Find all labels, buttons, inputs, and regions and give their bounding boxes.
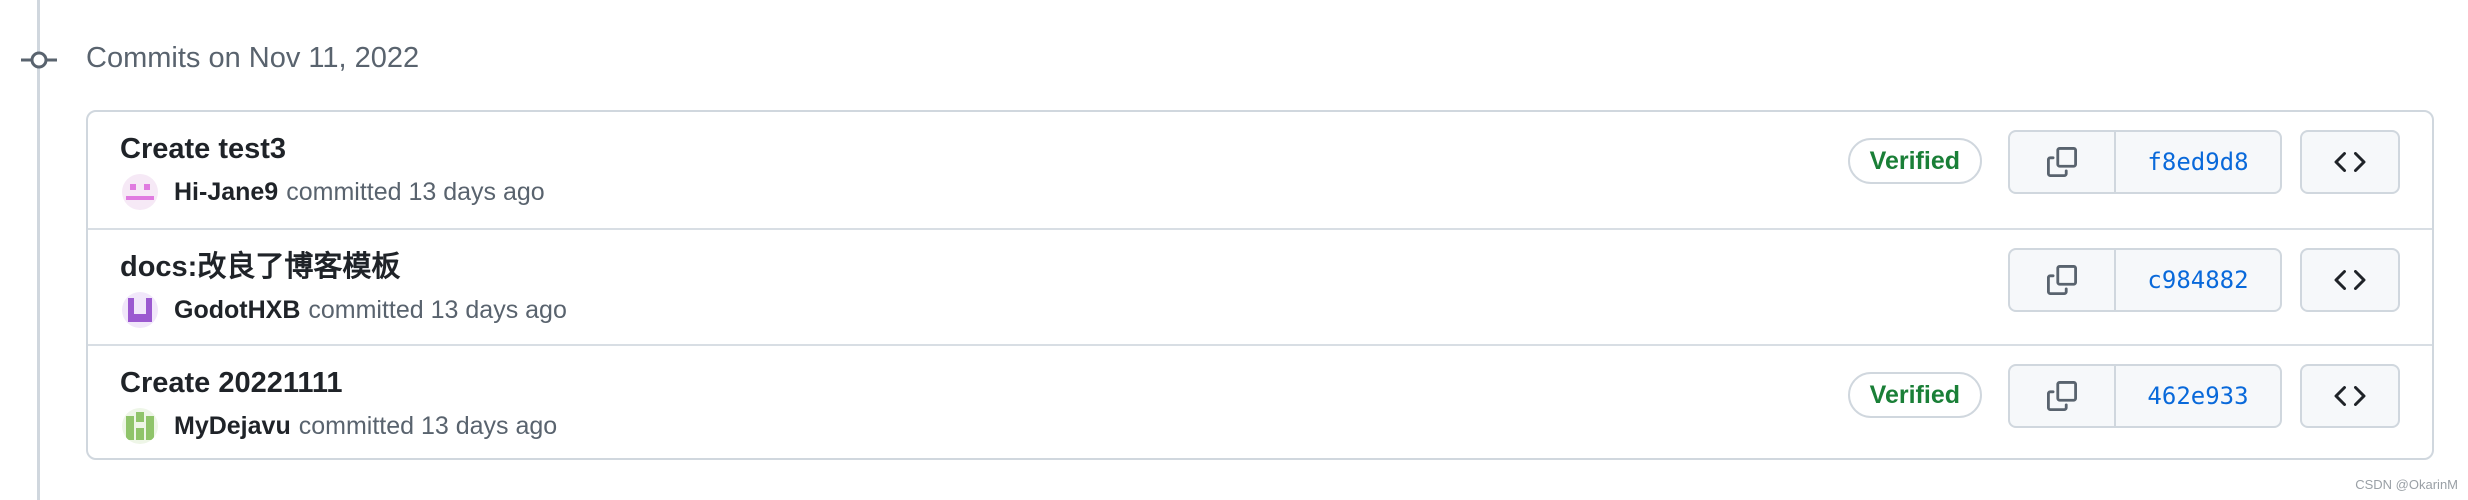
code-icon xyxy=(2334,385,2366,407)
commit-list: Create test3 Hi-Jane9 committed 13 days … xyxy=(86,110,2434,460)
commit-sha-link[interactable]: c984882 xyxy=(2116,250,2280,310)
browse-repo-button[interactable] xyxy=(2300,364,2400,428)
verified-badge[interactable]: Verified xyxy=(1847,372,1982,418)
copy-sha-button[interactable] xyxy=(2010,132,2116,192)
timeline-line xyxy=(37,0,40,500)
commit-meta: Hi-Jane9 committed 13 days ago xyxy=(122,172,545,212)
copy-icon xyxy=(2047,381,2077,411)
code-icon xyxy=(2334,151,2366,173)
copy-sha-button[interactable] xyxy=(2010,366,2116,426)
commit-title-link[interactable]: Create test3 xyxy=(120,130,286,168)
commit-title-link[interactable]: docs:改良了博客模板 xyxy=(120,248,400,286)
commit-group-date: Commits on Nov 11, 2022 xyxy=(86,42,420,74)
commit-row: Create test3 Hi-Jane9 committed 13 days … xyxy=(88,112,2432,228)
commit-sha-link[interactable]: 462e933 xyxy=(2116,366,2280,426)
copy-icon xyxy=(2047,147,2077,177)
commit-meta: MyDejavu committed 13 days ago xyxy=(122,406,557,446)
verified-badge[interactable]: Verified xyxy=(1847,138,1982,184)
commit-row: Create 20221111 MyDejavu committed 13 da… xyxy=(88,344,2432,462)
commit-row: docs:改良了博客模板 GodotHXB committed 13 days … xyxy=(88,228,2432,346)
author-avatar[interactable] xyxy=(122,174,158,210)
sha-button-group: f8ed9d8 xyxy=(2008,130,2282,194)
commit-sha-link[interactable]: f8ed9d8 xyxy=(2116,132,2280,192)
commit-time: committed 13 days ago xyxy=(298,411,558,440)
sha-button-group: c984882 xyxy=(2008,248,2282,312)
commit-time: committed 13 days ago xyxy=(286,177,545,206)
commit-time: committed 13 days ago xyxy=(308,295,567,324)
watermark-text: CSDN @OkarinM xyxy=(2355,477,2458,492)
copy-sha-button[interactable] xyxy=(2010,250,2116,310)
copy-icon xyxy=(2047,265,2077,295)
commit-author-link[interactable]: Hi-Jane9 xyxy=(174,178,278,207)
author-avatar[interactable] xyxy=(122,292,158,328)
commit-meta: GodotHXB committed 13 days ago xyxy=(122,290,567,330)
browse-repo-button[interactable] xyxy=(2300,130,2400,194)
browse-repo-button[interactable] xyxy=(2300,248,2400,312)
sha-button-group: 462e933 xyxy=(2008,364,2282,428)
author-avatar[interactable] xyxy=(122,408,158,444)
code-icon xyxy=(2334,269,2366,291)
commit-author-link[interactable]: MyDejavu xyxy=(174,412,291,441)
commit-title-link[interactable]: Create 20221111 xyxy=(120,364,343,402)
git-commit-icon xyxy=(21,51,57,69)
commit-author-link[interactable]: GodotHXB xyxy=(174,296,300,325)
